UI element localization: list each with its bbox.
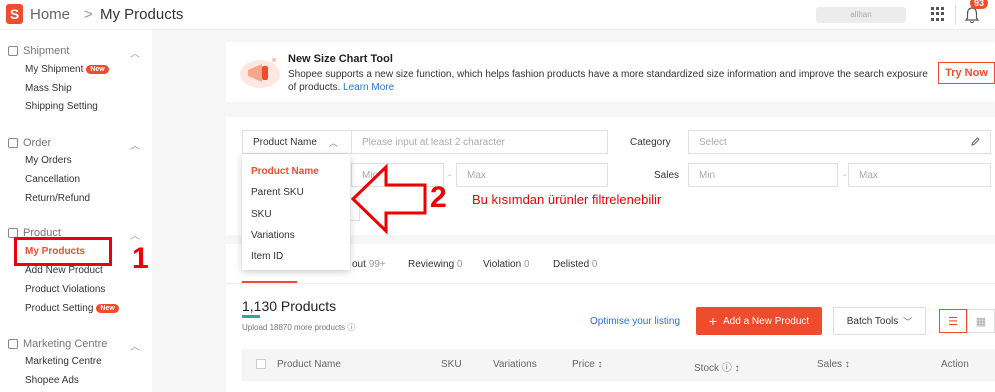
- breadcrumb-separator: >: [84, 6, 93, 23]
- help-circle-icon[interactable]: ⓘ: [347, 323, 355, 332]
- sidebar-item-shopee-ads[interactable]: Shopee Ads: [25, 375, 79, 386]
- search-type-select[interactable]: Product Name ︿: [242, 130, 352, 154]
- column-variations: Variations: [493, 359, 537, 370]
- tab-delisted[interactable]: Delisted 0: [553, 259, 597, 270]
- annotation-box-1: [14, 237, 112, 266]
- plus-icon: +: [708, 313, 717, 329]
- range-dash: -: [843, 170, 847, 181]
- tabs-divider: [226, 283, 995, 284]
- dropdown-option-parent-sku[interactable]: Parent SKU: [251, 187, 304, 198]
- edit-pencil-icon[interactable]: [970, 136, 981, 147]
- sales-min-input[interactable]: Min: [688, 163, 838, 187]
- clipboard-icon: [8, 138, 18, 148]
- column-sales[interactable]: Sales ↕: [817, 359, 850, 370]
- dropdown-option-variations[interactable]: Variations: [251, 230, 295, 241]
- chevron-up-icon[interactable]: ︿: [130, 45, 140, 60]
- add-new-product-button[interactable]: + Add a New Product: [696, 307, 822, 335]
- top-bar: S Home > My Products alihan 93: [0, 0, 995, 30]
- annotation-note: Bu kısımdan ürünler filtrelenebilir: [472, 192, 662, 207]
- sidebar-item-my-orders[interactable]: My Orders: [25, 155, 72, 166]
- chevron-up-icon[interactable]: ︿: [130, 338, 140, 353]
- breadcrumb-home[interactable]: Home: [30, 6, 70, 23]
- column-price[interactable]: Price ↕: [572, 359, 603, 370]
- annotation-number-1: 1: [132, 242, 149, 275]
- column-sku: SKU: [441, 359, 462, 370]
- sidebar-item-product-violations[interactable]: Product Violations: [25, 284, 105, 295]
- search-input[interactable]: Please input at least 2 character: [351, 130, 608, 154]
- product-count-title: 1,130 Products: [242, 298, 337, 314]
- megaphone-icon: [240, 58, 280, 88]
- truck-icon: [8, 46, 18, 56]
- chevron-down-icon: ﹀: [903, 316, 913, 327]
- sidebar-item-mass-ship[interactable]: Mass Ship: [25, 83, 72, 94]
- sidebar-section-marketing[interactable]: Marketing Centre: [8, 338, 107, 350]
- batch-tools-button[interactable]: Batch Tools ﹀: [833, 307, 926, 335]
- chevron-up-icon: ︿: [328, 137, 338, 148]
- chevron-up-icon[interactable]: ︿: [130, 137, 140, 152]
- annotation-number-2: 2: [430, 181, 447, 214]
- sidebar-section-shipment[interactable]: Shipment: [8, 45, 69, 57]
- size-chart-banner: New Size Chart Tool Shopee supports a ne…: [226, 42, 995, 102]
- grid-view-icon[interactable]: ▦: [967, 309, 995, 333]
- banner-title: New Size Chart Tool: [288, 53, 393, 65]
- sidebar-item-product-setting[interactable]: Product Setting New: [25, 303, 119, 314]
- new-badge: New: [96, 304, 119, 313]
- dropdown-option-item-id[interactable]: Item ID: [251, 251, 283, 262]
- upload-note: Upload 18870 more products ⓘ: [242, 323, 356, 332]
- sidebar-item-cancellation[interactable]: Cancellation: [25, 174, 80, 185]
- sidebar-section-order[interactable]: Order: [8, 137, 51, 149]
- apps-grid-icon[interactable]: [931, 7, 945, 21]
- new-badge: New: [86, 65, 109, 74]
- notification-badge: 93: [970, 0, 989, 9]
- sidebar-item-add-new-product[interactable]: Add New Product: [25, 265, 103, 276]
- sidebar-item-shipping-setting[interactable]: Shipping Setting: [25, 101, 98, 112]
- banner-body: Shopee supports a new size function, whi…: [288, 69, 928, 93]
- tag-icon: [8, 339, 18, 349]
- sidebar-item-return-refund[interactable]: Return/Refund: [25, 193, 90, 204]
- try-now-button[interactable]: Try Now: [938, 62, 995, 84]
- select-all-checkbox[interactable]: [256, 359, 266, 369]
- column-stock[interactable]: Stock ⓘ ↕: [694, 359, 740, 374]
- annotation-arrow-icon: [350, 163, 427, 235]
- sales-max-input[interactable]: Max: [848, 163, 991, 187]
- sales-label: Sales: [654, 170, 680, 181]
- dropdown-option-product-name[interactable]: Product Name: [251, 166, 319, 177]
- divider: [955, 5, 956, 25]
- category-label: Category: [630, 137, 671, 148]
- tab-sold-out[interactable]: out 99+: [352, 259, 386, 270]
- sidebar-item-marketing-centre[interactable]: Marketing Centre: [25, 356, 102, 367]
- chevron-up-icon[interactable]: ︿: [130, 227, 140, 242]
- list-view-icon[interactable]: ☰: [939, 309, 967, 333]
- tab-reviewing[interactable]: Reviewing 0: [408, 259, 462, 270]
- column-action: Action: [941, 359, 969, 370]
- page-title: My Products: [100, 6, 184, 23]
- category-select[interactable]: Select: [688, 130, 991, 154]
- account-name[interactable]: alihan: [816, 7, 906, 23]
- optimise-listing-link[interactable]: Optimise your listing: [590, 316, 680, 327]
- sidebar-item-my-shipment[interactable]: My Shipment New: [25, 64, 109, 75]
- table-header: [242, 349, 995, 381]
- shopee-logo-icon[interactable]: S: [6, 4, 23, 24]
- upload-progress-bar: [242, 315, 260, 318]
- stock-max-input[interactable]: Max: [456, 163, 608, 187]
- dropdown-option-sku[interactable]: SKU: [251, 209, 272, 220]
- column-product-name: Product Name: [277, 359, 341, 370]
- learn-more-link[interactable]: Learn More: [343, 82, 394, 93]
- search-type-dropdown: Product Name Parent SKU SKU Variations I…: [242, 154, 350, 270]
- range-dash: -: [448, 170, 452, 181]
- tab-violation[interactable]: Violation 0: [483, 259, 530, 270]
